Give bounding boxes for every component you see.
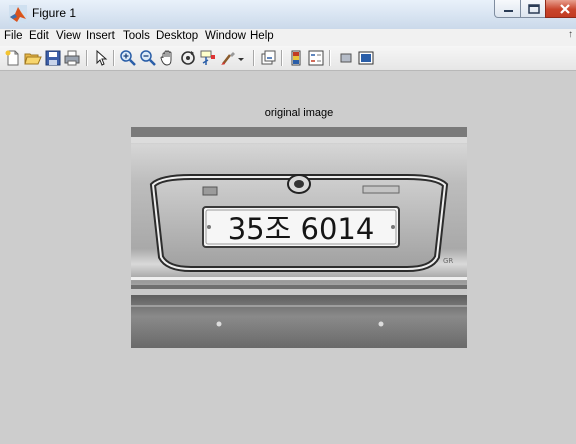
hide-plot-tools-icon [340, 53, 352, 63]
matlab-logo-icon [9, 5, 27, 23]
save-figure-icon [45, 50, 61, 66]
menu-insert[interactable]: Insert [86, 30, 115, 42]
figure-window: Figure 1 File Edit View Insert Tools Des… [0, 0, 576, 444]
menu-bar: File Edit View Insert Tools Desktop Wind… [0, 29, 576, 46]
window-title: Figure 1 [32, 6, 77, 20]
hide-plot-tools-button[interactable] [337, 49, 355, 67]
brush-dropdown[interactable] [236, 49, 246, 67]
maximize-icon [528, 4, 540, 14]
toolbar-separator [253, 50, 255, 66]
pan-icon [160, 50, 172, 66]
chevron-down-icon [238, 58, 244, 61]
figure-toolbar [0, 46, 576, 71]
toolbar-separator [281, 50, 283, 66]
close-button[interactable] [545, 0, 576, 18]
menu-file[interactable]: File [4, 30, 23, 42]
license-plate-photo: 35조 6014 GR [131, 127, 467, 348]
insert-legend-button[interactable] [307, 49, 325, 67]
menu-view[interactable]: View [56, 30, 81, 42]
zoom-out-icon [140, 50, 156, 66]
insert-colorbar-icon [291, 50, 301, 66]
menu-tools[interactable]: Tools [123, 30, 150, 42]
edit-plot-icon [96, 49, 108, 66]
image-axes: 35조 6014 GR [131, 127, 467, 348]
insert-legend-icon [308, 50, 324, 66]
menu-edit[interactable]: Edit [29, 30, 49, 42]
toolbar-separator [86, 50, 88, 66]
link-plot-icon [261, 50, 276, 65]
new-figure-button[interactable] [4, 49, 22, 67]
show-plot-tools-icon [358, 51, 374, 65]
menu-help[interactable]: Help [250, 30, 274, 42]
brush-button[interactable] [219, 49, 237, 67]
menubar-dock-arrow-icon[interactable]: ↑ [568, 29, 573, 40]
brush-icon [221, 52, 235, 65]
print-figure-icon [64, 50, 80, 66]
minimize-icon [504, 10, 513, 12]
open-file-icon [24, 53, 42, 65]
show-plot-tools-button[interactable] [357, 49, 375, 67]
rotate-3d-button[interactable] [179, 49, 197, 67]
insert-colorbar-button[interactable] [287, 49, 305, 67]
title-bar[interactable]: Figure 1 [0, 0, 576, 30]
print-figure-button[interactable] [63, 49, 81, 67]
new-figure-icon [5, 50, 19, 66]
zoom-in-button[interactable] [119, 49, 137, 67]
zoom-out-button[interactable] [139, 49, 157, 67]
data-cursor-icon [200, 50, 215, 65]
link-plot-button[interactable] [259, 49, 277, 67]
rotate-3d-icon [181, 51, 195, 65]
toolbar-separator [113, 50, 115, 66]
pan-button[interactable] [159, 49, 177, 67]
menu-desktop[interactable]: Desktop [156, 30, 198, 42]
open-file-button[interactable] [24, 49, 42, 67]
maximize-button[interactable] [520, 0, 546, 18]
badge-mark: GR [443, 257, 453, 265]
data-cursor-button[interactable] [199, 49, 217, 67]
save-figure-button[interactable] [44, 49, 62, 67]
menu-window[interactable]: Window [205, 30, 246, 42]
minimize-button[interactable] [494, 0, 521, 18]
toolbar-separator [329, 50, 331, 66]
plate-number-text: 35조 6014 [228, 212, 375, 246]
axes-title: original image [264, 107, 334, 119]
edit-plot-button[interactable] [92, 49, 110, 67]
close-icon [560, 4, 570, 14]
zoom-in-icon [120, 50, 136, 66]
